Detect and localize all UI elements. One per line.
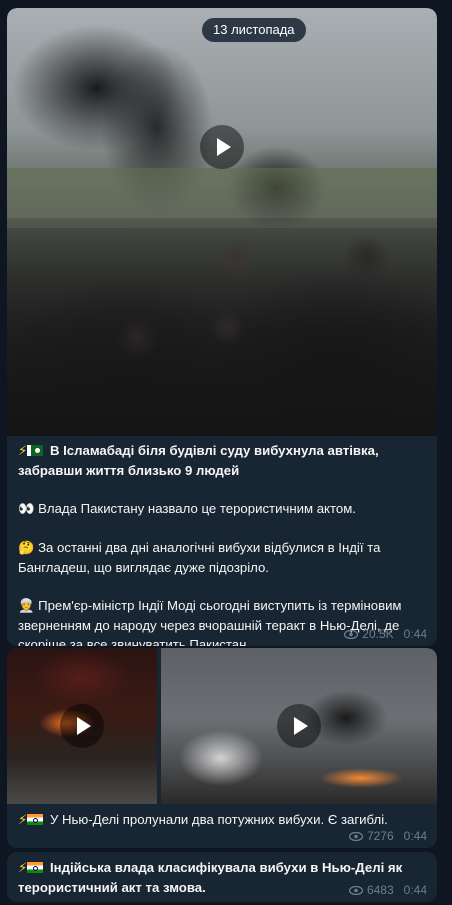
- message-meta: 20.5K 0:44: [344, 627, 427, 641]
- channel-feed: ⚡ В Ісламабаді біля будівлі суду вибухну…: [0, 0, 452, 905]
- india-flag-icon: [27, 814, 44, 825]
- message-post[interactable]: ⚡ Індійська влада класифікувала вибухи в…: [7, 852, 437, 902]
- thinking-face-icon: 🤔: [18, 541, 35, 556]
- lightning-icon: ⚡: [18, 861, 28, 876]
- eye-icon: [348, 885, 363, 895]
- message-time: 0:44: [403, 627, 427, 641]
- paragraph-text: У Нью-Делі пролунали два потужних вибухи…: [49, 812, 388, 827]
- video-thumbnail[interactable]: [161, 648, 437, 804]
- paragraph-text: Влада Пакистану назвало це терористичним…: [38, 501, 356, 516]
- play-icon[interactable]: [200, 125, 244, 169]
- person-turban-icon: 👳: [18, 599, 35, 614]
- message-meta: 6483 0:44: [348, 883, 427, 897]
- video-thumbnail[interactable]: [7, 648, 157, 804]
- eye-icon: [348, 831, 363, 841]
- lightning-icon: ⚡: [18, 813, 28, 828]
- message-text: ⚡ У Нью-Делі пролунали два потужних вибу…: [18, 810, 428, 830]
- message-post[interactable]: ⚡ У Нью-Делі пролунали два потужних вибу…: [7, 648, 437, 848]
- pakistan-flag-icon: [27, 445, 44, 456]
- play-icon[interactable]: [277, 704, 321, 748]
- message-text: ⚡ В Ісламабаді біля будівлі суду вибухну…: [18, 441, 428, 646]
- video-thumbnail[interactable]: [7, 8, 437, 436]
- video-frame-crowd: [7, 218, 437, 436]
- view-count: 6483: [366, 883, 394, 897]
- eye-icon: [344, 629, 359, 639]
- message-time: 0:44: [403, 883, 427, 897]
- message-paragraph: 👀 Влада Пакистану назвало це терористичн…: [18, 499, 428, 519]
- lightning-icon: ⚡: [18, 444, 28, 459]
- date-separator: 13 листопада: [202, 18, 306, 42]
- view-count: 20.5K: [362, 627, 394, 641]
- paragraph-text: За останні два дні аналогічні вибухи від…: [18, 540, 381, 575]
- message-time: 0:44: [403, 829, 427, 843]
- message-meta: 7276 0:44: [348, 829, 427, 843]
- paragraph-text: Індійська влада класифікувала вибухи в Н…: [18, 860, 403, 895]
- india-flag-icon: [27, 862, 44, 873]
- play-icon[interactable]: [60, 704, 104, 748]
- paragraph-text: В Ісламабаді біля будівлі суду вибухнула…: [18, 443, 379, 478]
- message-paragraph: 🤔 За останні два дні аналогічні вибухи в…: [18, 538, 428, 577]
- eyes-icon: 👀: [18, 502, 35, 517]
- view-count: 7276: [366, 829, 394, 843]
- message-paragraph: ⚡ В Ісламабаді біля будівлі суду вибухну…: [18, 441, 428, 480]
- message-post[interactable]: ⚡ В Ісламабаді біля будівлі суду вибухну…: [7, 8, 437, 646]
